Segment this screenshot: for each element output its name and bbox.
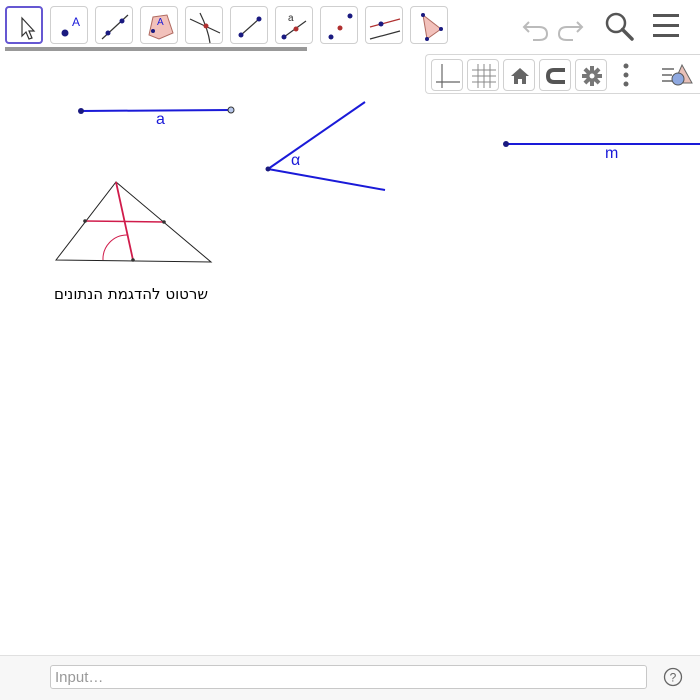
triangle-tool-button[interactable] [410, 6, 448, 44]
segment-fixed-length-icon: a [281, 13, 307, 40]
parallel-line-icon [369, 18, 401, 40]
midpoint-tool-button[interactable] [320, 6, 358, 44]
example-triangle [54, 181, 213, 263]
help-icon[interactable]: ? [663, 667, 683, 687]
perpendicular-line-icon [189, 12, 221, 44]
segment-tool-glyph: a [288, 13, 294, 24]
drawing-caption: שרטוט להדגמת הנתונים [54, 285, 208, 303]
svg-text:?: ? [670, 671, 677, 685]
perpendicular-line-tool-button[interactable] [185, 6, 223, 44]
angle-alpha[interactable] [265, 101, 386, 191]
segment-m-label: m [605, 145, 619, 162]
geometry-drawing [54, 101, 700, 263]
search-icon[interactable] [603, 10, 635, 42]
point-icon: A [61, 15, 80, 37]
toolbar: A A a [0, 0, 700, 51]
polygon-icon: A [148, 14, 174, 40]
segment-fixed-length-tool-button[interactable]: a [275, 6, 313, 44]
redo-icon[interactable] [555, 10, 587, 42]
move-tool-button[interactable] [5, 6, 43, 44]
toolbar-scroll-indicator [5, 47, 307, 51]
midpoint-icon [328, 13, 353, 40]
segment-m[interactable] [503, 141, 700, 147]
point-tool-glyph: A [72, 15, 80, 29]
segment-a-label: a [156, 111, 165, 128]
line-icon [101, 14, 129, 40]
segment-tool-button[interactable] [230, 6, 268, 44]
triangle-icon [421, 13, 443, 41]
angle-alpha-label: α [291, 152, 301, 169]
polygon-tool-glyph: A [157, 17, 164, 28]
polygon-tool-button[interactable]: A [140, 6, 178, 44]
parallel-line-tool-button[interactable] [365, 6, 403, 44]
hamburger-menu-icon[interactable] [650, 10, 682, 42]
undo-icon[interactable] [519, 10, 551, 42]
algebra-input-field[interactable] [50, 665, 647, 689]
line-tool-button[interactable] [95, 6, 133, 44]
graphics-view[interactable]: a α m [0, 52, 700, 655]
cursor-arrow-icon [21, 16, 36, 40]
point-tool-button[interactable]: A [50, 6, 88, 44]
segment-icon [238, 16, 262, 38]
